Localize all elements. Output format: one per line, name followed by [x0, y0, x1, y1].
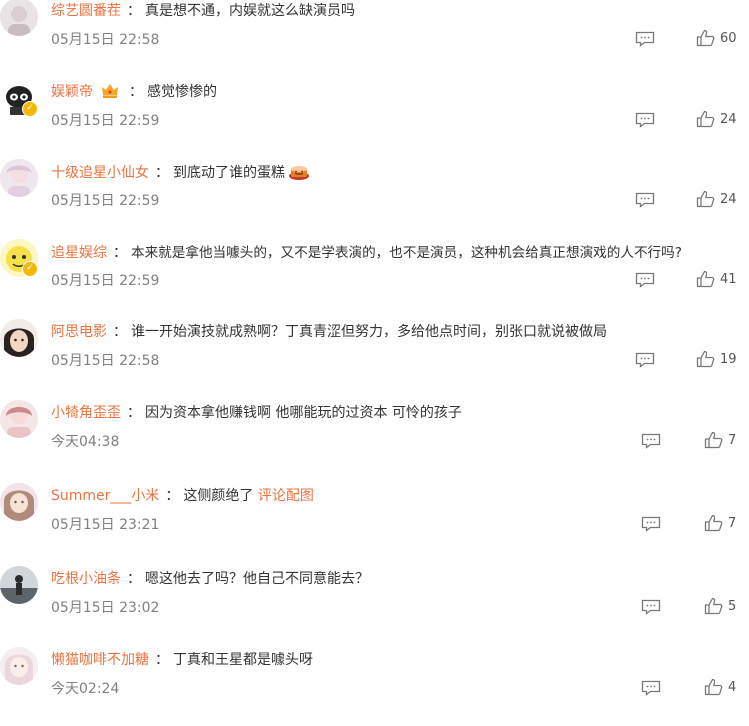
user-avatar[interactable] — [0, 400, 38, 438]
verified-badge-icon: ✓ — [22, 261, 38, 277]
comment-item: 综艺圆番茬 ：真是想不通，内娱就这么缺演员吗 05月15日 22:58 60 — [0, 0, 749, 77]
username-link[interactable]: 娱颖帝 — [51, 84, 93, 100]
user-avatar[interactable] — [0, 647, 38, 685]
colon-separator: ： — [127, 405, 141, 421]
like-count: 19 — [720, 352, 737, 367]
user-avatar[interactable] — [0, 483, 38, 521]
comment-item: 懒猫咖啡不加糖 ：丁真和王星都是噱头呀 今天02:24 4 — [0, 645, 749, 726]
comment-time: 05月15日 23:21 — [51, 517, 160, 533]
comment-time: 05月15日 22:58 — [51, 32, 160, 48]
colon-separator: ： — [155, 652, 169, 668]
username-link[interactable]: 小犄角歪歪 — [51, 405, 121, 421]
like-icon[interactable] — [704, 678, 724, 696]
username-link[interactable]: Summer___小米 — [51, 488, 159, 504]
like-icon[interactable] — [704, 431, 724, 449]
comment-line: 小犄角歪歪 ：因为资本拿他赚钱啊 他哪能玩的过资本 可怜的孩子 — [51, 402, 462, 422]
user-avatar[interactable] — [0, 566, 38, 604]
colon-separator: ： — [127, 571, 141, 587]
reply-icon[interactable] — [635, 352, 655, 368]
comment-line: 综艺圆番茬 ：真是想不通，内娱就这么缺演员吗 — [51, 0, 355, 20]
username-link[interactable]: 追星娱综 — [51, 245, 107, 261]
comment-item: ✓ 娱颖帝 ：感觉惨惨的 05月15日 22:59 24 — [0, 77, 749, 158]
comment-text: 因为资本拿他赚钱啊 他哪能玩的过资本 可怜的孩子 — [145, 405, 462, 421]
username-link[interactable]: 十级追星小仙女 — [51, 165, 149, 181]
like-count: 5 — [728, 599, 737, 614]
cake-emoji-icon — [289, 166, 309, 180]
like-count: 4 — [728, 680, 737, 695]
comment-time: 今天02:24 — [51, 681, 120, 697]
reply-icon[interactable] — [635, 112, 655, 128]
comment-text: 这侧颜绝了 — [183, 488, 254, 504]
like-icon[interactable] — [704, 514, 724, 532]
reply-icon[interactable] — [635, 272, 655, 288]
username-link[interactable]: 吃根小油条 — [51, 571, 121, 587]
reply-icon[interactable] — [641, 680, 661, 696]
like-count: 24 — [720, 192, 737, 207]
username-link[interactable]: 阿思电影 — [51, 324, 107, 340]
colon-separator: ： — [113, 245, 127, 261]
comment-line: 追星娱综 ：本来就是拿他当噱头的，又不是学表演的，也不是演员，这种机会给真正想演戏… — [51, 241, 682, 262]
comment-image-link[interactable]: 评论配图 — [258, 488, 314, 504]
like-icon[interactable] — [696, 350, 716, 368]
comment-item: 小犄角歪歪 ：因为资本拿他赚钱啊 他哪能玩的过资本 可怜的孩子 今天04:38 7 — [0, 398, 749, 479]
comment-text: 真是想不通，内娱就这么缺演员吗 — [145, 3, 355, 19]
comment-time: 05月15日 23:02 — [51, 600, 160, 616]
colon-separator: ： — [127, 3, 141, 19]
like-count: 41 — [720, 272, 737, 287]
reply-icon[interactable] — [635, 192, 655, 208]
like-count: 7 — [728, 433, 737, 448]
username-link[interactable]: 懒猫咖啡不加糖 — [51, 652, 149, 668]
reply-icon[interactable] — [641, 516, 661, 532]
like-icon[interactable] — [696, 270, 716, 288]
comment-time: 05月15日 22:58 — [51, 353, 160, 369]
colon-separator: ： — [129, 84, 143, 100]
crown-badge-icon — [102, 84, 118, 98]
comment-item: 十级追星小仙女 ：到底动了谁的蛋糕 05月15日 22:59 24 — [0, 157, 749, 238]
like-icon[interactable] — [696, 29, 716, 47]
comment-text: 本来就是拿他当噱头的，又不是学表演的，也不是演员，这种机会给真正想演戏的人不行吗… — [131, 245, 682, 261]
colon-separator: ： — [165, 488, 180, 504]
comment-text: 嗯这他去了吗？他自己不同意能去？ — [145, 571, 369, 587]
comment-line: 阿思电影 ：谁一开始演技就成熟啊？丁真青涩但努力，多给他点时间，别张口就说被做局 — [51, 321, 607, 341]
like-icon[interactable] — [696, 190, 716, 208]
reply-icon[interactable] — [641, 599, 661, 615]
comment-text: 感觉惨惨的 — [147, 84, 217, 100]
user-avatar[interactable] — [0, 159, 38, 197]
reply-icon[interactable] — [641, 433, 661, 449]
comment-line: 懒猫咖啡不加糖 ：丁真和王星都是噱头呀 — [51, 649, 313, 669]
like-count: 60 — [720, 31, 737, 46]
comment-text: 到底动了谁的蛋糕 — [173, 165, 285, 181]
username-link[interactable]: 综艺圆番茬 — [51, 3, 121, 19]
comment-item: 阿思电影：谁一开始演技就成熟啊？丁真青涩但努力，多给他点时间，别张口就说被做局 … — [0, 317, 749, 398]
comment-time: 05月15日 22:59 — [51, 273, 160, 289]
comment-text: 谁一开始演技就成熟啊？丁真青涩但努力，多给他点时间，别张口就说被做局 — [131, 324, 607, 340]
like-icon[interactable] — [704, 597, 724, 615]
colon-separator: ： — [113, 324, 127, 340]
comment-time: 05月15日 22:59 — [51, 193, 160, 209]
like-icon[interactable] — [696, 110, 716, 128]
user-avatar[interactable] — [0, 319, 38, 357]
comment-text: 丁真和王星都是噱头呀 — [173, 652, 313, 668]
user-avatar[interactable] — [0, 0, 38, 36]
verified-badge-icon: ✓ — [22, 101, 38, 117]
comment-item: 吃根小油条 ：嗯这他去了吗？他自己不同意能去？ 05月15日 23:02 5 — [0, 564, 749, 645]
comment-line: 十级追星小仙女 ：到底动了谁的蛋糕 — [51, 161, 310, 182]
comment-line: 吃根小油条 ：嗯这他去了吗？他自己不同意能去？ — [51, 568, 369, 588]
comment-line: Summer___小米 ：这侧颜绝了 评论配图 — [51, 485, 314, 505]
comment-item: ✓ 追星娱综 ：本来就是拿他当噱头的，又不是学表演的，也不是演员，这种机会给真正想… — [0, 237, 749, 318]
colon-separator: ： — [155, 165, 169, 181]
comment-time: 今天04:38 — [51, 434, 120, 450]
like-count: 24 — [720, 112, 737, 127]
comment-time: 05月15日 22:59 — [51, 113, 160, 129]
comment-item: Summer___小米 ：这侧颜绝了 评论配图 05月15日 23:21 7 — [0, 481, 749, 562]
comment-line: 娱颖帝 ：感觉惨惨的 — [51, 81, 217, 101]
like-count: 7 — [728, 516, 737, 531]
reply-icon[interactable] — [635, 31, 655, 47]
